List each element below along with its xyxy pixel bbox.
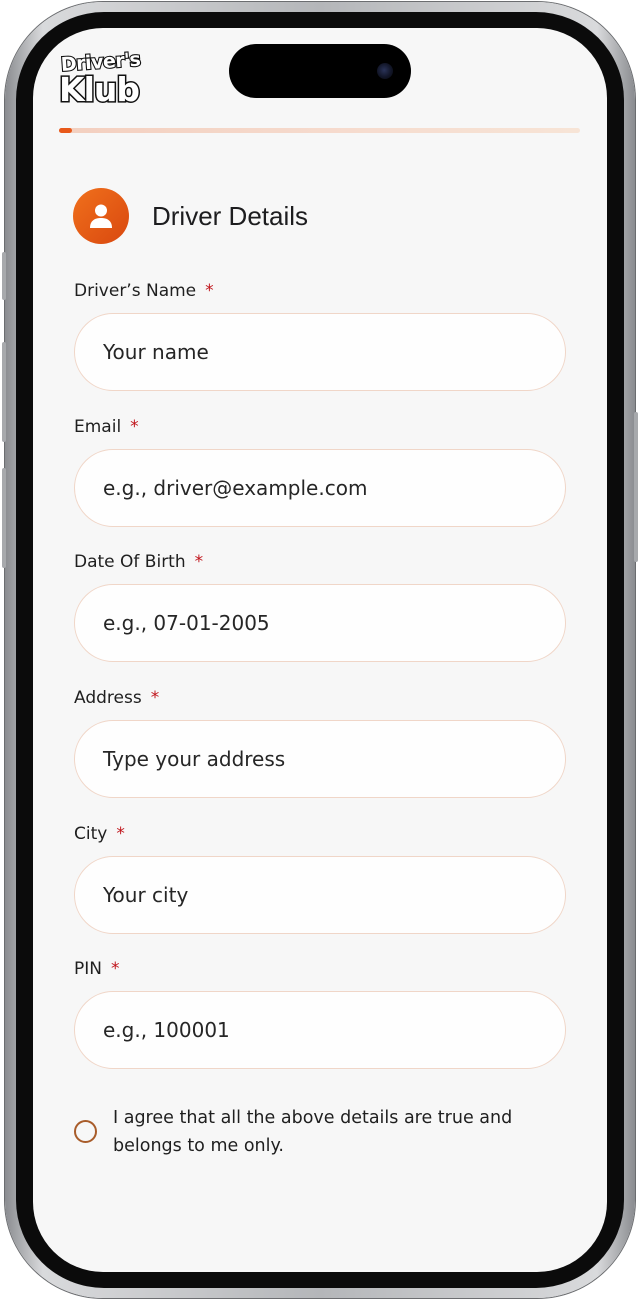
date-of-birth-input[interactable]: e.g., 07-01-2005 xyxy=(74,584,566,662)
required-asterisk: * xyxy=(130,417,139,437)
drivers-name-input[interactable]: Your name xyxy=(74,313,566,391)
date-of-birth-label: Date Of Birth * xyxy=(74,551,566,573)
pin-label-text: PIN xyxy=(74,959,102,979)
action-button xyxy=(2,252,6,300)
email-label: Email * xyxy=(74,416,566,438)
camera-icon xyxy=(377,63,393,79)
city-field: City * Your city xyxy=(74,823,566,934)
required-asterisk: * xyxy=(194,552,204,572)
address-input[interactable]: Type your address xyxy=(74,720,566,798)
pin-field: PIN * e.g., 100001 xyxy=(74,958,566,1069)
app-screen: Driver's Klub Driver Details Driver’s Na… xyxy=(33,28,607,1272)
city-label: City * xyxy=(74,823,566,845)
pin-label: PIN * xyxy=(74,958,566,980)
consent-radio[interactable] xyxy=(74,1120,97,1143)
section-header: Driver Details xyxy=(73,188,308,244)
section-title: Driver Details xyxy=(152,200,309,231)
consent-row[interactable]: I agree that all the above details are t… xyxy=(74,1104,574,1160)
date-of-birth-field: Date Of Birth * e.g., 07-01-2005 xyxy=(74,551,566,662)
required-asterisk: * xyxy=(150,688,160,708)
address-label: Address * xyxy=(74,687,566,709)
date-of-birth-label-text: Date Of Birth xyxy=(74,552,186,572)
progress-fill xyxy=(59,128,73,133)
volume-up-button xyxy=(2,342,6,442)
drivers-name-label-text: Driver’s Name xyxy=(74,281,197,301)
email-field: Email * e.g., driver@example.com xyxy=(74,416,566,527)
email-input[interactable]: e.g., driver@example.com xyxy=(74,449,566,527)
logo-line2: Klub xyxy=(58,69,142,111)
user-icon xyxy=(73,188,129,244)
drivers-klub-logo: Driver's Klub xyxy=(58,47,151,112)
required-asterisk: * xyxy=(205,281,214,301)
city-input[interactable]: Your city xyxy=(74,856,566,934)
progress-bar xyxy=(59,128,580,133)
required-asterisk: * xyxy=(116,824,125,844)
drivers-name-label: Driver’s Name * xyxy=(74,280,566,302)
address-label-text: Address xyxy=(74,688,142,708)
consent-text: I agree that all the above details are t… xyxy=(113,1108,513,1156)
drivers-name-field: Driver’s Name * Your name xyxy=(74,280,566,391)
address-field: Address * Type your address xyxy=(74,687,566,798)
volume-down-button xyxy=(2,468,6,568)
pin-input[interactable]: e.g., 100001 xyxy=(74,991,566,1069)
city-label-text: City xyxy=(74,824,108,844)
power-button xyxy=(634,412,638,562)
email-label-text: Email xyxy=(74,417,122,437)
required-asterisk: * xyxy=(110,959,120,979)
dynamic-island xyxy=(229,44,411,98)
